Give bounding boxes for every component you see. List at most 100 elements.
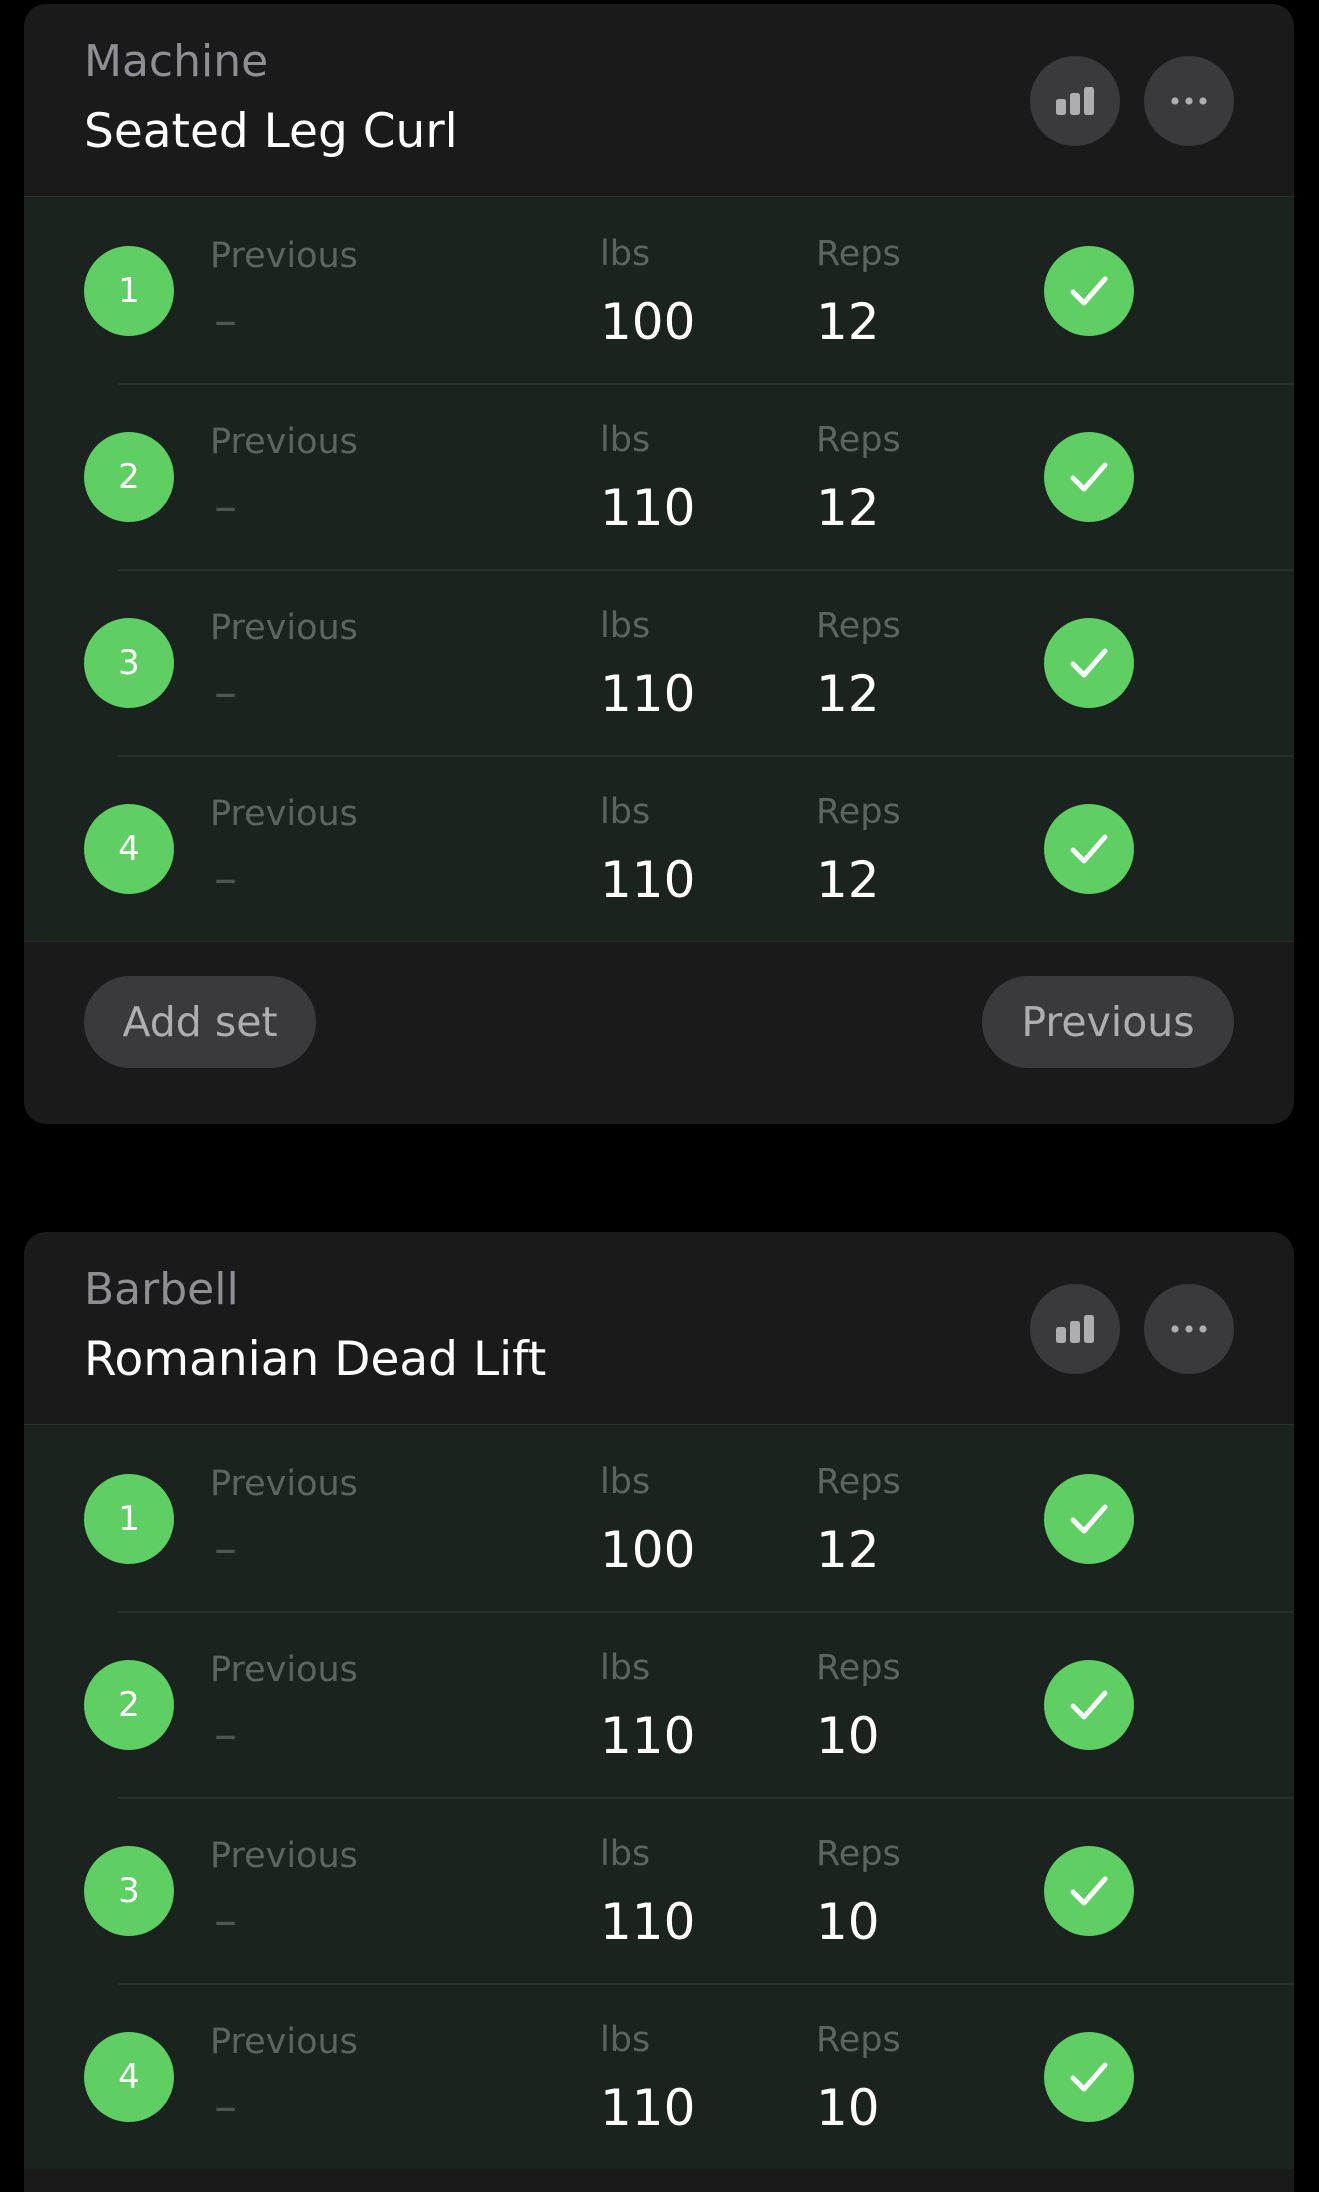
exercise-header: Machine Seated Leg Curl xyxy=(24,4,1294,196)
reps-label: Reps xyxy=(816,1462,901,1502)
exercise-name[interactable]: Romanian Dead Lift xyxy=(84,1336,546,1383)
checkmark-icon xyxy=(1070,1690,1108,1720)
previous-value[interactable]: – xyxy=(214,855,237,901)
complete-set-button[interactable] xyxy=(1044,432,1134,522)
lbs-input[interactable]: 100 xyxy=(600,297,695,347)
lbs-label: lbs xyxy=(600,420,651,460)
set-number-badge[interactable]: 1 xyxy=(84,246,174,336)
checkmark-icon xyxy=(1070,1504,1108,1534)
lbs-input[interactable]: 110 xyxy=(600,483,695,533)
set-number-badge[interactable]: 2 xyxy=(84,432,174,522)
reps-input[interactable]: 12 xyxy=(816,483,880,533)
set-row: 1 Previous – lbs 100 Reps 12 xyxy=(24,1425,1294,1611)
ellipsis-icon xyxy=(1171,1325,1207,1333)
checkmark-icon xyxy=(1070,276,1108,306)
set-row: 2 Previous – lbs 110 Reps 12 xyxy=(24,383,1294,569)
set-number-badge[interactable]: 3 xyxy=(84,618,174,708)
set-row: 4 Previous – lbs 110 Reps 10 xyxy=(24,1983,1294,2169)
lbs-label: lbs xyxy=(600,1834,651,1874)
previous-value[interactable]: – xyxy=(214,1711,237,1757)
set-row: 3 Previous – lbs 110 Reps 12 xyxy=(24,569,1294,755)
complete-set-button[interactable] xyxy=(1044,1660,1134,1750)
reps-label: Reps xyxy=(816,792,901,832)
checkmark-icon xyxy=(1070,2062,1108,2092)
lbs-input[interactable]: 110 xyxy=(600,669,695,719)
ellipsis-icon xyxy=(1171,97,1207,105)
bar-chart-icon xyxy=(1056,1315,1094,1343)
exercise-card: Barbell Romanian Dead Lift 1 Previous – … xyxy=(24,1232,1294,2192)
bar-chart-icon xyxy=(1056,87,1094,115)
reps-label: Reps xyxy=(816,234,901,274)
previous-value[interactable]: – xyxy=(214,483,237,529)
set-number-badge[interactable]: 4 xyxy=(84,2032,174,2122)
lbs-label: lbs xyxy=(600,1648,651,1688)
previous-value[interactable]: – xyxy=(214,1525,237,1571)
reps-label: Reps xyxy=(816,1834,901,1874)
complete-set-button[interactable] xyxy=(1044,246,1134,336)
previous-label: Previous xyxy=(210,422,358,462)
complete-set-button[interactable] xyxy=(1044,618,1134,708)
reps-label: Reps xyxy=(816,420,901,460)
lbs-label: lbs xyxy=(600,1462,651,1502)
previous-button[interactable]: Previous xyxy=(982,976,1234,1068)
more-options-button[interactable] xyxy=(1144,1284,1234,1374)
complete-set-button[interactable] xyxy=(1044,2032,1134,2122)
reps-label: Reps xyxy=(816,1648,901,1688)
exercise-category: Machine xyxy=(84,36,269,87)
set-row: 2 Previous – lbs 110 Reps 10 xyxy=(24,1611,1294,1797)
sets-list: 1 Previous – lbs 100 Reps 12 2 Previous … xyxy=(24,1424,1294,2169)
set-number-badge[interactable]: 2 xyxy=(84,1660,174,1750)
lbs-label: lbs xyxy=(600,234,651,274)
set-row: 1 Previous – lbs 100 Reps 12 xyxy=(24,197,1294,383)
reps-input[interactable]: 12 xyxy=(816,1525,880,1575)
set-number-badge[interactable]: 4 xyxy=(84,804,174,894)
add-set-button[interactable]: Add set xyxy=(84,976,316,1068)
lbs-input[interactable]: 110 xyxy=(600,1711,695,1761)
exercise-header: Barbell Romanian Dead Lift xyxy=(24,1232,1294,1424)
previous-value[interactable]: – xyxy=(214,2083,237,2129)
previous-label: Previous xyxy=(210,1650,358,1690)
reps-label: Reps xyxy=(816,2020,901,2060)
checkmark-icon xyxy=(1070,462,1108,492)
reps-input[interactable]: 10 xyxy=(816,1897,880,1947)
previous-label: Previous xyxy=(210,794,358,834)
set-number-badge[interactable]: 1 xyxy=(84,1474,174,1564)
reps-input[interactable]: 10 xyxy=(816,1711,880,1761)
lbs-label: lbs xyxy=(600,2020,651,2060)
set-number-badge[interactable]: 3 xyxy=(84,1846,174,1936)
checkmark-icon xyxy=(1070,648,1108,678)
stats-button[interactable] xyxy=(1030,1284,1120,1374)
lbs-label: lbs xyxy=(600,792,651,832)
lbs-input[interactable]: 110 xyxy=(600,855,695,905)
reps-input[interactable]: 12 xyxy=(816,297,880,347)
checkmark-icon xyxy=(1070,834,1108,864)
set-row: 4 Previous – lbs 110 Reps 12 xyxy=(24,755,1294,941)
lbs-input[interactable]: 110 xyxy=(600,1897,695,1947)
reps-input[interactable]: 12 xyxy=(816,669,880,719)
sets-list: 1 Previous – lbs 100 Reps 12 2 Previous … xyxy=(24,196,1294,941)
complete-set-button[interactable] xyxy=(1044,1846,1134,1936)
lbs-input[interactable]: 110 xyxy=(600,2083,695,2133)
exercise-footer: Add set Previous xyxy=(24,941,1294,1120)
previous-label: Previous xyxy=(210,2022,358,2062)
more-options-button[interactable] xyxy=(1144,56,1234,146)
complete-set-button[interactable] xyxy=(1044,1474,1134,1564)
checkmark-icon xyxy=(1070,1876,1108,1906)
previous-value[interactable]: – xyxy=(214,1897,237,1943)
lbs-label: lbs xyxy=(600,606,651,646)
reps-input[interactable]: 10 xyxy=(816,2083,880,2133)
stats-button[interactable] xyxy=(1030,56,1120,146)
exercise-name[interactable]: Seated Leg Curl xyxy=(84,108,458,155)
lbs-input[interactable]: 100 xyxy=(600,1525,695,1575)
previous-value[interactable]: – xyxy=(214,669,237,715)
previous-value[interactable]: – xyxy=(214,297,237,343)
set-row: 3 Previous – lbs 110 Reps 10 xyxy=(24,1797,1294,1983)
complete-set-button[interactable] xyxy=(1044,804,1134,894)
reps-label: Reps xyxy=(816,606,901,646)
reps-input[interactable]: 12 xyxy=(816,855,880,905)
previous-label: Previous xyxy=(210,1464,358,1504)
exercise-card: Machine Seated Leg Curl 1 Previous – lbs… xyxy=(24,4,1294,1124)
previous-label: Previous xyxy=(210,1836,358,1876)
previous-label: Previous xyxy=(210,608,358,648)
exercise-category: Barbell xyxy=(84,1264,239,1315)
